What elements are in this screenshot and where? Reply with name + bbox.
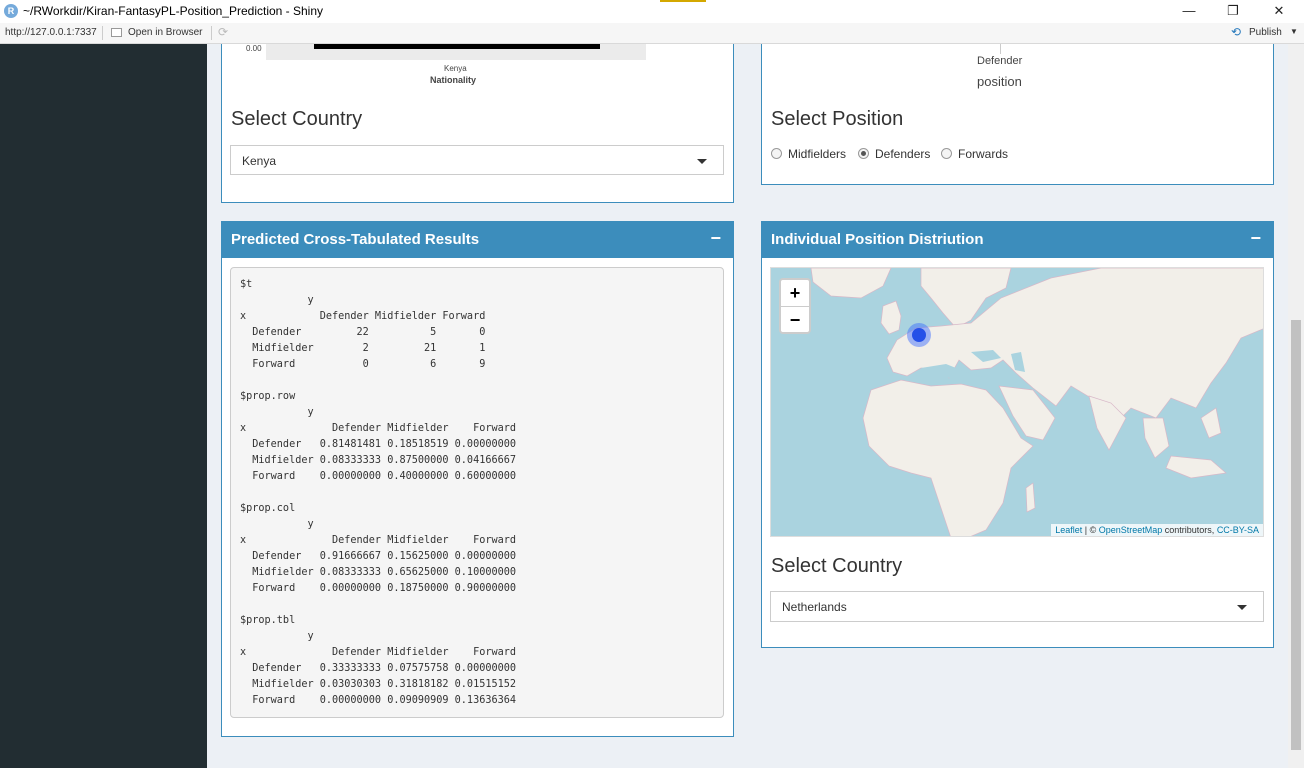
refresh-icon[interactable]: ⟳ (218, 25, 228, 39)
map-country-select[interactable]: Netherlands (770, 591, 1264, 622)
window-title: ~/RWorkdir/Kiran-FantasyPL-Position_Pred… (23, 4, 324, 18)
attribution-separator: | © (1082, 525, 1099, 535)
map-box-title: Individual Position Distriution (771, 231, 984, 248)
dashboard-sidebar (0, 44, 207, 768)
map-country-select-value: Netherlands (782, 600, 847, 614)
license-link[interactable]: CC-BY-SA (1217, 525, 1259, 535)
open-in-browser-button[interactable]: Open in Browser (128, 27, 202, 38)
zoom-in-button[interactable]: + (781, 280, 809, 307)
publish-dropdown-icon[interactable]: ▼ (1290, 27, 1298, 36)
select-country-label: Select Country (231, 108, 363, 130)
window-titlebar: R ~/RWorkdir/Kiran-FantasyPL-Position_Pr… (0, 0, 1304, 23)
country-select[interactable]: Kenya (230, 145, 724, 175)
rstudio-icon: R (4, 4, 18, 18)
zoom-out-button[interactable]: − (781, 307, 809, 333)
chevron-down-icon (1237, 605, 1247, 610)
radio-defenders[interactable]: Defenders (858, 147, 930, 161)
chevron-down-icon (697, 159, 707, 164)
publish-icon[interactable]: ⟲ (1231, 25, 1241, 39)
close-button[interactable]: ✕ (1264, 2, 1294, 20)
x-axis-label: Nationality (430, 75, 477, 85)
map-select-country-label: Select Country (771, 555, 903, 577)
browser-window-icon (111, 28, 122, 37)
radio-midfielders[interactable]: Midfielders (771, 147, 846, 161)
crosstab-box: Predicted Cross-Tabulated Results − $t y… (221, 221, 734, 737)
country-select-value: Kenya (242, 154, 277, 168)
nationality-bar (314, 44, 600, 49)
radio-button[interactable] (941, 148, 952, 159)
attribution-contributors: contributors, (1162, 525, 1217, 535)
country-box: 0.00 Kenya Nationality Select Country Ke… (221, 44, 734, 203)
collapse-button[interactable]: − (1250, 228, 1261, 249)
page-scrollbar[interactable] (1288, 44, 1304, 768)
toolbar-separator (102, 26, 103, 40)
titlebar-accent (660, 0, 706, 2)
select-position-label: Select Position (771, 108, 904, 130)
map-box: Individual Position Distriution − + − Le… (761, 221, 1274, 648)
leaflet-map[interactable]: + − Leaflet | © OpenStreetMap contributo… (770, 267, 1264, 537)
osm-link[interactable]: OpenStreetMap (1099, 525, 1163, 535)
player-location-marker[interactable] (907, 323, 931, 347)
crosstab-box-header: Predicted Cross-Tabulated Results − (222, 222, 733, 258)
nationality-plot (266, 44, 646, 60)
leaflet-link[interactable]: Leaflet (1055, 525, 1082, 535)
publish-button[interactable]: Publish (1249, 27, 1282, 38)
map-tiles (810, 268, 1263, 536)
position-plot-tick (1000, 44, 1001, 54)
map-box-header: Individual Position Distriution − (762, 222, 1273, 258)
zoom-control[interactable]: + − (779, 278, 811, 334)
crosstab-box-title: Predicted Cross-Tabulated Results (231, 231, 480, 248)
y-tick-label: 0.00 (246, 44, 262, 53)
x-tick-label: Kenya (444, 64, 467, 73)
minimize-button[interactable]: — (1174, 2, 1204, 20)
toolbar-separator (211, 26, 212, 40)
radio-label: Forwards (958, 147, 1009, 161)
position-x-tick: Defender (977, 55, 1023, 67)
position-box: Defender position Select Position Midfie… (761, 44, 1274, 185)
crosstab-output: $t y x Defender Midfielder Forward Defen… (230, 267, 724, 718)
radio-forwards[interactable]: Forwards (941, 147, 1008, 161)
map-attribution: Leaflet | © OpenStreetMap contributors, … (1051, 524, 1263, 536)
scrollbar-thumb[interactable] (1291, 320, 1301, 750)
url-text[interactable]: http://127.0.0.1:7337 (5, 27, 97, 38)
radio-button-selected[interactable] (858, 148, 869, 159)
viewer-toolbar: http://127.0.0.1:7337 Open in Browser ⟳ … (0, 23, 1304, 44)
maximize-button[interactable]: ❐ (1218, 2, 1248, 20)
collapse-button[interactable]: − (710, 228, 721, 249)
radio-button[interactable] (771, 148, 782, 159)
radio-label: Midfielders (788, 147, 847, 161)
position-x-axis-label: position (977, 74, 1022, 89)
radio-label: Defenders (875, 147, 931, 161)
